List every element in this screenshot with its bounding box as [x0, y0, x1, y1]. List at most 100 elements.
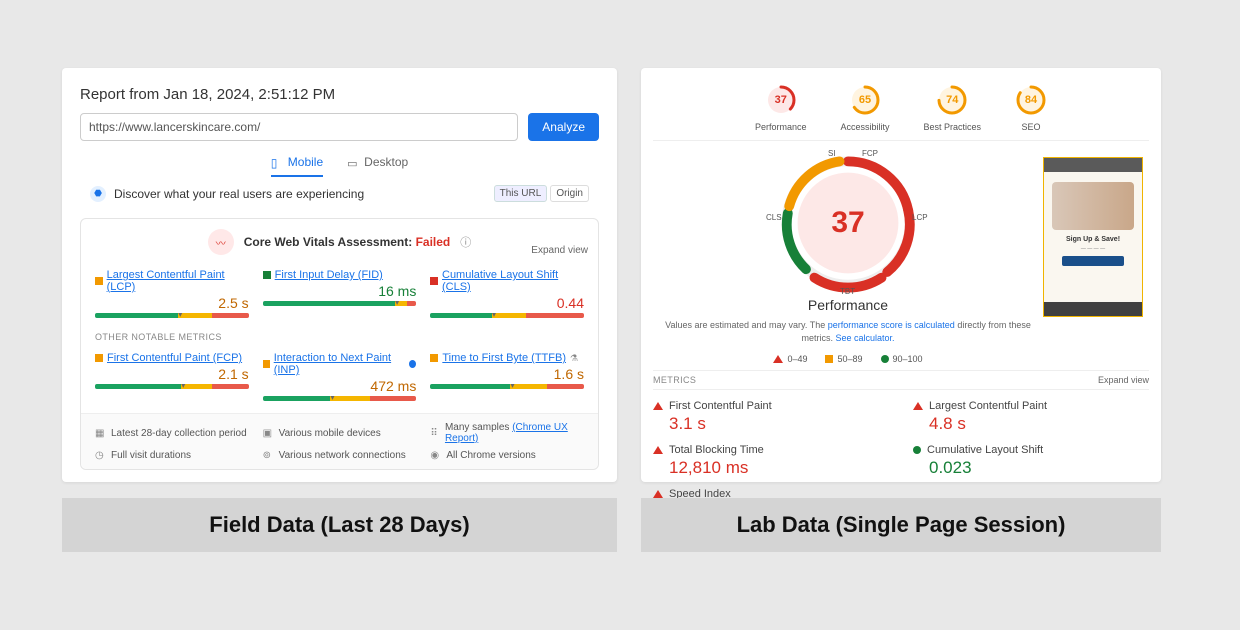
lab-metric-name: Total Blocking Time [669, 444, 764, 456]
lab-metric: Total Blocking Time 12,810 ms [653, 440, 889, 482]
gauge-label: Accessibility [840, 122, 889, 132]
tab-mobile[interactable]: Mobile [271, 155, 323, 177]
metric-value: 1.6 s [430, 366, 584, 382]
devices-icon: ▣ [263, 428, 274, 439]
metric-marker-icon [430, 277, 438, 285]
metric-value: 0.44 [430, 295, 584, 311]
metric-value: 472 ms [263, 378, 417, 394]
gauge-label: Performance [755, 122, 807, 132]
lab-metric-value: 3.1 s [653, 414, 889, 434]
metric-value: 2.1 s [95, 366, 249, 382]
lab-metric-value: 12,810 ms [653, 458, 889, 478]
tab-desktop-label: Desktop [364, 155, 408, 169]
see-calculator-link[interactable]: See calculator. [835, 333, 894, 343]
tab-desktop[interactable]: Desktop [347, 155, 408, 177]
gauge-label: SEO [1015, 122, 1047, 132]
triangle-red-icon [913, 402, 923, 410]
field-data-card: 〰 Core Web Vitals Assessment: Failed ⓘ E… [80, 218, 599, 470]
experimental-icon: ⚗ [570, 353, 578, 364]
gauge-label: Best Practices [924, 122, 982, 132]
triangle-red-icon [653, 402, 663, 410]
gauge-performance[interactable]: 37 Performance [755, 84, 807, 132]
metric-bar: ▾ [430, 384, 584, 389]
field-metric: Interaction to Next Paint (INP) 472 ms ▾ [263, 352, 417, 401]
field-metric: First Contentful Paint (FCP) 2.1 s ▾ [95, 352, 249, 401]
metric-value: 16 ms [263, 283, 417, 299]
field-data-panel: Report from Jan 18, 2024, 2:51:12 PM Ana… [62, 68, 617, 482]
performance-desc: Values are estimated and may vary. The p… [653, 319, 1043, 344]
metric-bar: ▾ [95, 313, 249, 318]
metrics-label: METRICS [653, 375, 696, 385]
chip-this-url[interactable]: This URL [494, 185, 548, 202]
caption-lab-data: Lab Data (Single Page Session) [641, 498, 1161, 552]
perf-score-link[interactable]: performance score is calculated [828, 320, 955, 330]
lab-metric-value: 4.8 s [913, 414, 1149, 434]
gauge-value: 65 [849, 84, 881, 116]
expand-view-link[interactable]: Expand view [531, 245, 588, 256]
lab-metric-value: 0.023 [913, 458, 1149, 478]
caption-field-data: Field Data (Last 28 Days) [62, 498, 617, 552]
field-metric: Time to First Byte (TTFB) ⚗ 1.6 s ▾ [430, 352, 584, 401]
metric-name-link[interactable]: First Input Delay (FID) [275, 269, 383, 281]
gauge-value: 37 [765, 84, 797, 116]
mobile-icon [271, 156, 283, 168]
metric-name-link[interactable]: Cumulative Layout Shift (CLS) [442, 269, 584, 293]
discover-icon: ⬣ [90, 186, 106, 202]
score-legend: 0–49 50–89 90–100 [653, 354, 1043, 364]
metric-marker-icon [95, 354, 103, 362]
circle-green-icon [913, 446, 921, 454]
gauge-seo[interactable]: 84 SEO [1015, 84, 1047, 132]
metric-name-link[interactable]: Interaction to Next Paint (INP) [274, 352, 403, 376]
performance-gauge: 37 SI FCP LCP TBT CLS [778, 153, 918, 293]
metric-bar: ▾ [263, 396, 417, 401]
metric-value: 2.5 s [95, 295, 249, 311]
metric-bar: ▾ [263, 301, 417, 306]
metric-marker-icon [430, 354, 438, 362]
gauge-best practices[interactable]: 74 Best Practices [924, 84, 982, 132]
chip-origin[interactable]: Origin [550, 185, 589, 202]
metric-marker-icon [263, 360, 270, 368]
discover-text: Discover what your real users are experi… [114, 187, 364, 201]
clock-icon: ◷ [95, 450, 106, 461]
expand-metrics-link[interactable]: Expand view [1098, 375, 1149, 385]
chrome-icon: ◉ [430, 450, 441, 461]
page-screenshot: Sign Up & Save! — — — — [1043, 157, 1143, 317]
field-metric: First Input Delay (FID) 16 ms ▾ [263, 269, 417, 318]
desktop-icon [347, 156, 359, 168]
wifi-icon: ⊚ [263, 450, 274, 461]
tab-mobile-label: Mobile [288, 155, 323, 169]
lab-metric: Largest Contentful Paint 4.8 s [913, 396, 1149, 438]
samples-icon: ⠿ [430, 428, 440, 439]
info-icon[interactable]: ⓘ [460, 234, 471, 250]
metric-bar: ▾ [430, 313, 584, 318]
metric-name-link[interactable]: Largest Contentful Paint (LCP) [107, 269, 249, 293]
performance-score: 37 [778, 153, 918, 293]
cwv-assessment: Core Web Vitals Assessment: Failed [244, 235, 451, 249]
analyze-button[interactable]: Analyze [528, 113, 599, 141]
square-orange-icon [825, 355, 833, 363]
triangle-red-icon [653, 490, 663, 498]
other-metrics-label: OTHER NOTABLE METRICS [81, 324, 598, 342]
gauge-value: 84 [1015, 84, 1047, 116]
performance-title: Performance [653, 297, 1043, 313]
triangle-red-icon [773, 355, 783, 363]
metric-name-link[interactable]: First Contentful Paint (FCP) [107, 352, 242, 364]
lab-metric-name: Cumulative Layout Shift [927, 444, 1043, 456]
field-metric: Cumulative Layout Shift (CLS) 0.44 ▾ [430, 269, 584, 318]
calendar-icon: ▦ [95, 428, 106, 439]
inp-badge-icon [409, 360, 416, 368]
lab-data-panel: 37 Performance 65 Accessibility 74 [641, 68, 1161, 482]
metric-marker-icon [263, 271, 271, 279]
gauge-accessibility[interactable]: 65 Accessibility [840, 84, 889, 132]
metric-marker-icon [95, 277, 103, 285]
url-input[interactable] [80, 113, 518, 141]
cwv-icon: 〰 [208, 229, 234, 255]
metric-bar: ▾ [95, 384, 249, 389]
lab-metric: First Contentful Paint 3.1 s [653, 396, 889, 438]
lab-metric-name: First Contentful Paint [669, 400, 772, 412]
gauge-value: 74 [936, 84, 968, 116]
metric-name-link[interactable]: Time to First Byte (TTFB) [442, 352, 566, 364]
lab-metric-name: Largest Contentful Paint [929, 400, 1047, 412]
lab-metric: Cumulative Layout Shift 0.023 [913, 440, 1149, 482]
circle-green-icon [881, 355, 889, 363]
